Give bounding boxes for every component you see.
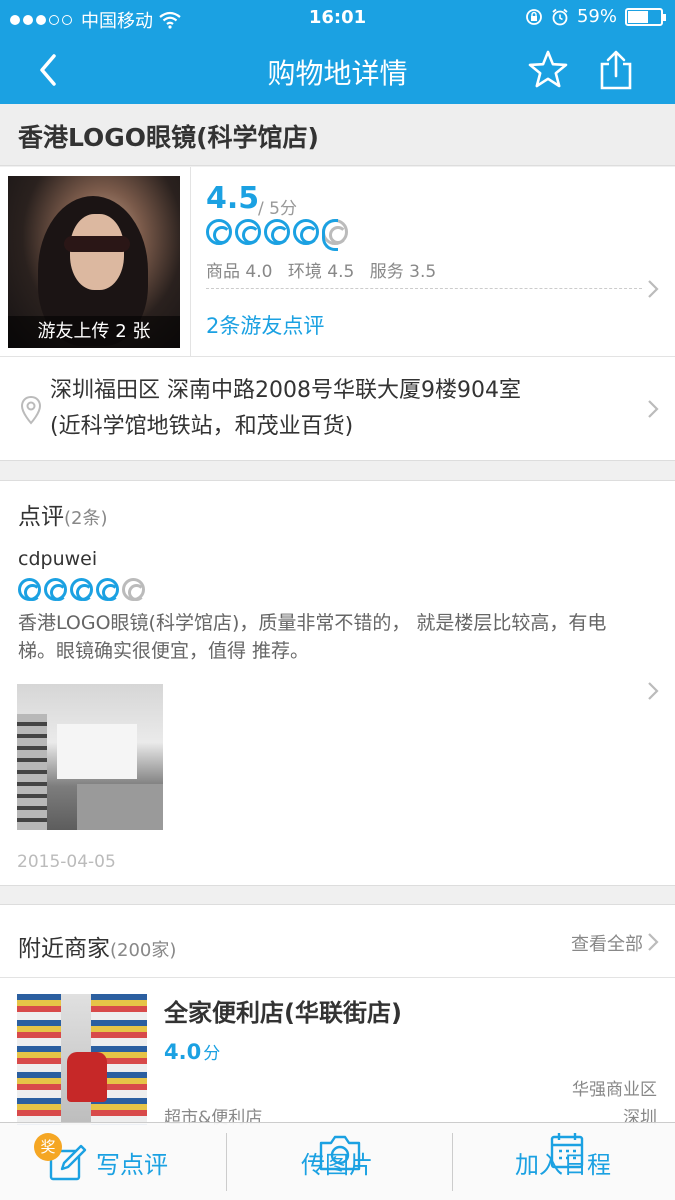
dashed-divider — [206, 288, 642, 289]
shop-info-card[interactable]: 游友上传 2 张 4.5 / 5分 商品 4.0 环境 4.5 服务 3.5 2… — [0, 167, 675, 357]
share-icon[interactable] — [594, 48, 638, 92]
shop-title-bar: 香港LOGO眼镜(科学馆店) — [0, 104, 675, 166]
nearby-title-text: 附近商家 — [18, 936, 110, 962]
alarm-icon — [552, 8, 568, 25]
chevron-right-icon — [648, 682, 659, 700]
rating-score: 4.5 — [206, 181, 260, 216]
rating-circle-half-icon — [322, 219, 348, 251]
page-title: 购物地详情 — [267, 57, 408, 90]
location-pin-icon — [20, 395, 42, 425]
add-schedule-button[interactable]: 加入日程 — [453, 1123, 675, 1200]
reward-badge: 奖 — [34, 1133, 62, 1161]
nearby-count: (200家) — [110, 940, 177, 961]
rating-circle-icon — [96, 578, 119, 601]
store-photo[interactable] — [17, 994, 147, 1125]
rating-circle-empty-icon — [122, 578, 145, 601]
battery-icon — [625, 7, 666, 26]
chevron-right-icon[interactable] — [646, 931, 660, 953]
reviews-count: (2条) — [64, 508, 108, 529]
reviews-title-text: 点评 — [18, 504, 64, 530]
rating-circle-icon — [293, 219, 319, 245]
rating-circle-icon — [70, 578, 93, 601]
rating-circle-icon — [264, 219, 290, 245]
review-photo[interactable] — [17, 684, 163, 830]
score-service: 服务 3.5 — [369, 262, 437, 282]
sub-scores: 商品 4.0 环境 4.5 服务 3.5 — [206, 257, 446, 282]
nearby-title: 附近商家(200家) — [18, 929, 176, 963]
photo-count-caption: 游友上传 2 张 — [8, 316, 180, 348]
add-schedule-label: 加入日程 — [515, 1151, 611, 1179]
rating-circle-icon — [18, 578, 41, 601]
status-bar: 中国移动 16:01 59% — [0, 0, 675, 36]
address-row[interactable]: 深圳福田区 深南中路2008号华联大厦9楼904室(近科学馆地铁站，和茂业百货)… — [0, 357, 675, 784]
shop-photo[interactable]: 游友上传 2 张 — [8, 176, 180, 348]
divider — [190, 167, 191, 357]
rating-circle-icon — [235, 219, 261, 245]
store-name[interactable]: 全家便利店(华联街店) — [164, 993, 402, 1028]
store-score-unit: 分 — [203, 1044, 221, 1064]
upload-photo-label: 传图片 — [301, 1151, 373, 1179]
store-area: 华强商业区 — [572, 1080, 657, 1100]
chevron-right-icon — [648, 280, 659, 298]
review-text: 香港LOGO眼镜(科学馆店)，质量非常不错的， 就是楼层比较高，有电梯。眼镜确实… — [18, 612, 607, 662]
reviewer-name: cdpuwei — [18, 548, 98, 570]
rotation-lock-icon — [526, 8, 542, 25]
review-date: 2015-04-05 — [17, 852, 116, 872]
chevron-right-icon — [648, 400, 659, 418]
rating-circle-icon — [206, 219, 232, 245]
write-review-label: 写点评 — [96, 1151, 168, 1179]
write-review-button[interactable]: 奖 写点评 — [0, 1123, 226, 1200]
address-text: 深圳福田区 深南中路2008号华联大厦9楼904室(近科学馆地铁站，和茂业百货) — [50, 378, 521, 439]
divider — [0, 977, 675, 978]
battery-percent: 59% — [576, 6, 617, 27]
rating-max: / 5分 — [258, 199, 297, 219]
upload-photo-button[interactable]: 传图片 — [227, 1123, 452, 1200]
nearby-section: 附近商家(200家) 查看全部 全家便利店(华联街店) 4.0 分 华强商业区 超… — [0, 904, 675, 1128]
score-environment: 环境 4.5 — [287, 262, 355, 282]
reviews-section[interactable]: 点评(2条) cdpuwei 香港LOGO眼镜(科学馆店)，质量非常不错的， 就… — [0, 480, 675, 886]
nav-bar: 购物地详情 — [0, 36, 675, 104]
review-rating-circles — [18, 578, 148, 601]
status-right: 59% — [525, 6, 666, 27]
store-score-value: 4.0 — [164, 1040, 202, 1064]
reviews-link[interactable]: 2条游友点评 — [206, 310, 324, 340]
rating-circles — [206, 219, 351, 251]
shop-name: 香港LOGO眼镜(科学馆店) — [18, 123, 319, 152]
store-score: 4.0 分 — [164, 1039, 220, 1064]
see-all-link[interactable]: 查看全部 — [571, 930, 643, 956]
reviews-title: 点评(2条) — [18, 497, 108, 531]
bottom-toolbar: 奖 写点评 传图片 加入日程 — [0, 1122, 675, 1200]
rating-circle-icon — [44, 578, 67, 601]
score-goods: 商品 4.0 — [206, 262, 273, 282]
star-icon[interactable] — [526, 48, 570, 92]
